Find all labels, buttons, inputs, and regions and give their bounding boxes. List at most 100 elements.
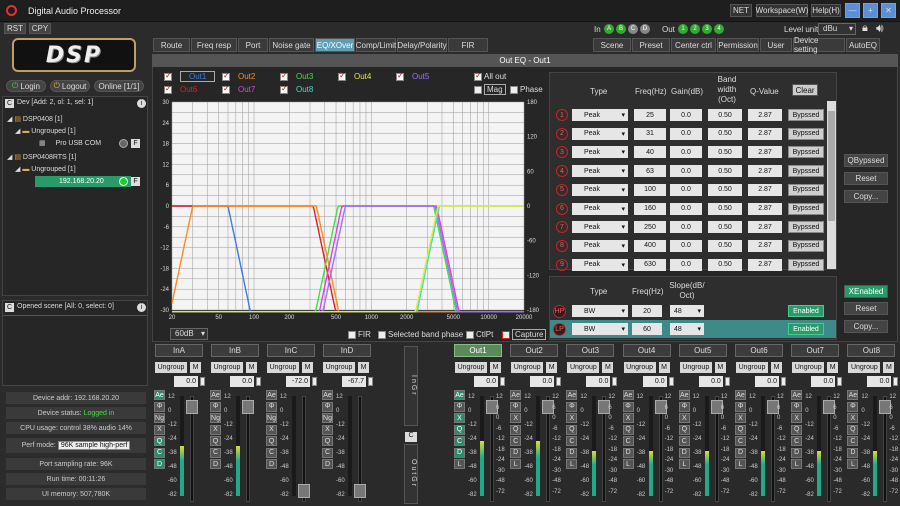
strip-btn-q[interactable]: Q — [735, 424, 746, 435]
tab-fir[interactable]: FIR — [448, 38, 488, 52]
lock-icon[interactable]: 🔒︎ — [862, 22, 872, 34]
band-q-input[interactable]: 2.87 — [748, 183, 782, 196]
band-gain-input[interactable]: 0.0 — [670, 221, 702, 234]
strip-btn-l[interactable]: L — [678, 459, 690, 469]
strip-btn-x[interactable]: Φ — [791, 401, 803, 412]
ip-f-badge[interactable]: F — [131, 177, 140, 186]
net-button[interactable]: NET — [730, 4, 752, 17]
band-bypass-button[interactable]: Bypssed — [788, 127, 824, 140]
band-gain-input[interactable]: 0.0 — [670, 183, 702, 196]
band-q-input[interactable]: 2.87 — [748, 127, 782, 140]
minimize-button[interactable]: — — [845, 3, 860, 18]
strip-btn-x[interactable]: X — [322, 424, 333, 435]
xover-slope-select[interactable]: 48 ▾ — [670, 305, 704, 317]
maximize-button[interactable]: + — [863, 3, 878, 18]
login-button[interactable]: ⏻ Login — [6, 80, 46, 92]
band-type-select[interactable]: Peak ▾ — [572, 127, 628, 140]
tab-permission[interactable]: Permission — [717, 38, 759, 52]
channel-name-button[interactable]: Out4 — [622, 344, 671, 357]
strip-btn-ae[interactable]: Ae — [510, 390, 522, 400]
strip-btn-q[interactable]: Q — [154, 436, 165, 446]
strip-btn-q[interactable]: Q — [510, 424, 522, 435]
channel-name-button[interactable]: Out8 — [847, 344, 896, 357]
legend-out3[interactable]: Out3 — [280, 72, 313, 81]
phase-checkbox[interactable]: Phase — [510, 85, 543, 94]
strip-btn-d[interactable]: D — [322, 459, 333, 469]
selected-band-phase-checkbox[interactable]: Selected band phase — [378, 330, 463, 339]
range-select[interactable]: 60dB ▾ — [170, 328, 208, 340]
strip-btn-ng[interactable]: Ng — [322, 413, 333, 423]
band-bw-input[interactable]: 0.50 — [708, 165, 742, 178]
strip-btn-c[interactable]: C — [622, 436, 634, 446]
channel-gain-input[interactable]: 0.0 — [230, 376, 254, 387]
band-bypass-button[interactable]: Bypssed — [788, 183, 824, 196]
strip-btn-c[interactable]: C — [210, 447, 221, 458]
channel-link-checkbox[interactable] — [556, 377, 562, 386]
channel-mute-button[interactable]: M — [246, 362, 257, 373]
xover-freq-input[interactable]: 20 — [632, 305, 662, 317]
strip-btn-q[interactable]: Q — [566, 424, 578, 435]
channel-group-select[interactable]: Ungroup — [511, 362, 544, 373]
rst-button[interactable]: RST — [4, 23, 26, 34]
strip-btn-q[interactable]: Q — [210, 436, 221, 446]
xover-slope-select[interactable]: 48 ▾ — [670, 323, 704, 335]
eq-copy-button[interactable]: Copy... — [844, 190, 888, 203]
strip-btn-c[interactable]: C — [454, 436, 465, 446]
strip-btn-x[interactable]: Φ — [322, 401, 333, 412]
band-type-select[interactable]: Peak ▾ — [572, 146, 628, 159]
strip-btn-x[interactable]: X — [454, 413, 465, 423]
band-q-input[interactable]: 2.87 — [748, 239, 782, 252]
band-gain-input[interactable]: 0.0 — [670, 239, 702, 252]
strip-btn-c[interactable]: C — [266, 447, 277, 458]
strip-btn-q[interactable]: Q — [322, 436, 333, 446]
channel-name-button[interactable]: InA — [155, 344, 203, 357]
strip-btn-ae[interactable]: Ae — [735, 390, 746, 400]
xover-freq-input[interactable]: 60 — [632, 323, 662, 335]
strip-btn-ae[interactable]: Ae — [791, 390, 803, 400]
channel-mute-button[interactable]: M — [190, 362, 201, 373]
band-type-select[interactable]: Peak ▾ — [572, 183, 628, 196]
tab-autoeq[interactable]: AutoEQ — [846, 38, 880, 52]
strip-btn-c[interactable]: C — [678, 436, 690, 446]
strip-btn-c[interactable]: C — [847, 436, 859, 446]
strip-btn-ae[interactable]: Ae — [154, 390, 165, 400]
legend-checkbox[interactable] — [338, 72, 346, 81]
info-icon[interactable]: i — [137, 303, 146, 312]
clear-button[interactable]: Clear — [792, 84, 818, 96]
band-bw-input[interactable]: 0.50 — [708, 146, 742, 159]
scrollbar-thumb[interactable] — [828, 111, 835, 221]
band-number[interactable]: 5 — [556, 183, 568, 196]
strip-btn-x[interactable]: X — [266, 424, 277, 435]
fader-knob[interactable] — [298, 484, 310, 498]
strip-btn-ae[interactable]: Ae — [847, 390, 859, 400]
band-q-input[interactable]: 2.87 — [748, 258, 782, 271]
channel-gain-input[interactable]: -72.0 — [286, 376, 310, 387]
band-bw-input[interactable]: 0.50 — [708, 127, 742, 140]
legend-checkbox[interactable] — [280, 72, 288, 81]
band-q-input[interactable]: 2.87 — [748, 146, 782, 159]
strip-btn-q[interactable]: Q — [678, 424, 690, 435]
strip-btn-d[interactable]: D — [622, 447, 634, 458]
channel-group-select[interactable]: Ungroup — [455, 362, 487, 373]
legend-checkbox[interactable] — [222, 85, 230, 94]
strip-btn-c[interactable]: C — [735, 436, 746, 446]
strip-btn-ae[interactable]: Ae — [566, 390, 578, 400]
xover-copy-button[interactable]: Copy... — [844, 320, 888, 333]
legend-checkbox[interactable] — [164, 85, 172, 94]
tab-center-ctrl[interactable]: Center ctrl — [671, 38, 716, 52]
channel-group-select[interactable]: Ungroup — [267, 362, 299, 373]
online-button[interactable]: Online [1/1] — [94, 80, 144, 92]
eq-response-graph[interactable]: 3024181260-6-12-18-24-30180120600-60-120… — [152, 96, 548, 328]
perf-mode-select[interactable]: 96K sample high-perf — [57, 441, 131, 450]
band-freq-input[interactable]: 25 — [634, 109, 666, 121]
channel-name-button[interactable]: Out6 — [735, 344, 783, 357]
strip-btn-x[interactable]: X — [678, 413, 690, 423]
band-q-input[interactable]: 2.87 — [748, 109, 782, 121]
channel-name-button[interactable]: Out5 — [678, 344, 727, 357]
strip-btn-x[interactable]: Φ — [510, 401, 522, 412]
channel-name-button[interactable]: Out2 — [510, 344, 559, 357]
tab-device-setting[interactable]: Device setting — [793, 36, 845, 54]
channel-name-button[interactable]: InB — [211, 344, 259, 357]
band-bw-input[interactable]: 0.50 — [708, 239, 742, 252]
strip-btn-c[interactable]: C — [791, 436, 803, 446]
